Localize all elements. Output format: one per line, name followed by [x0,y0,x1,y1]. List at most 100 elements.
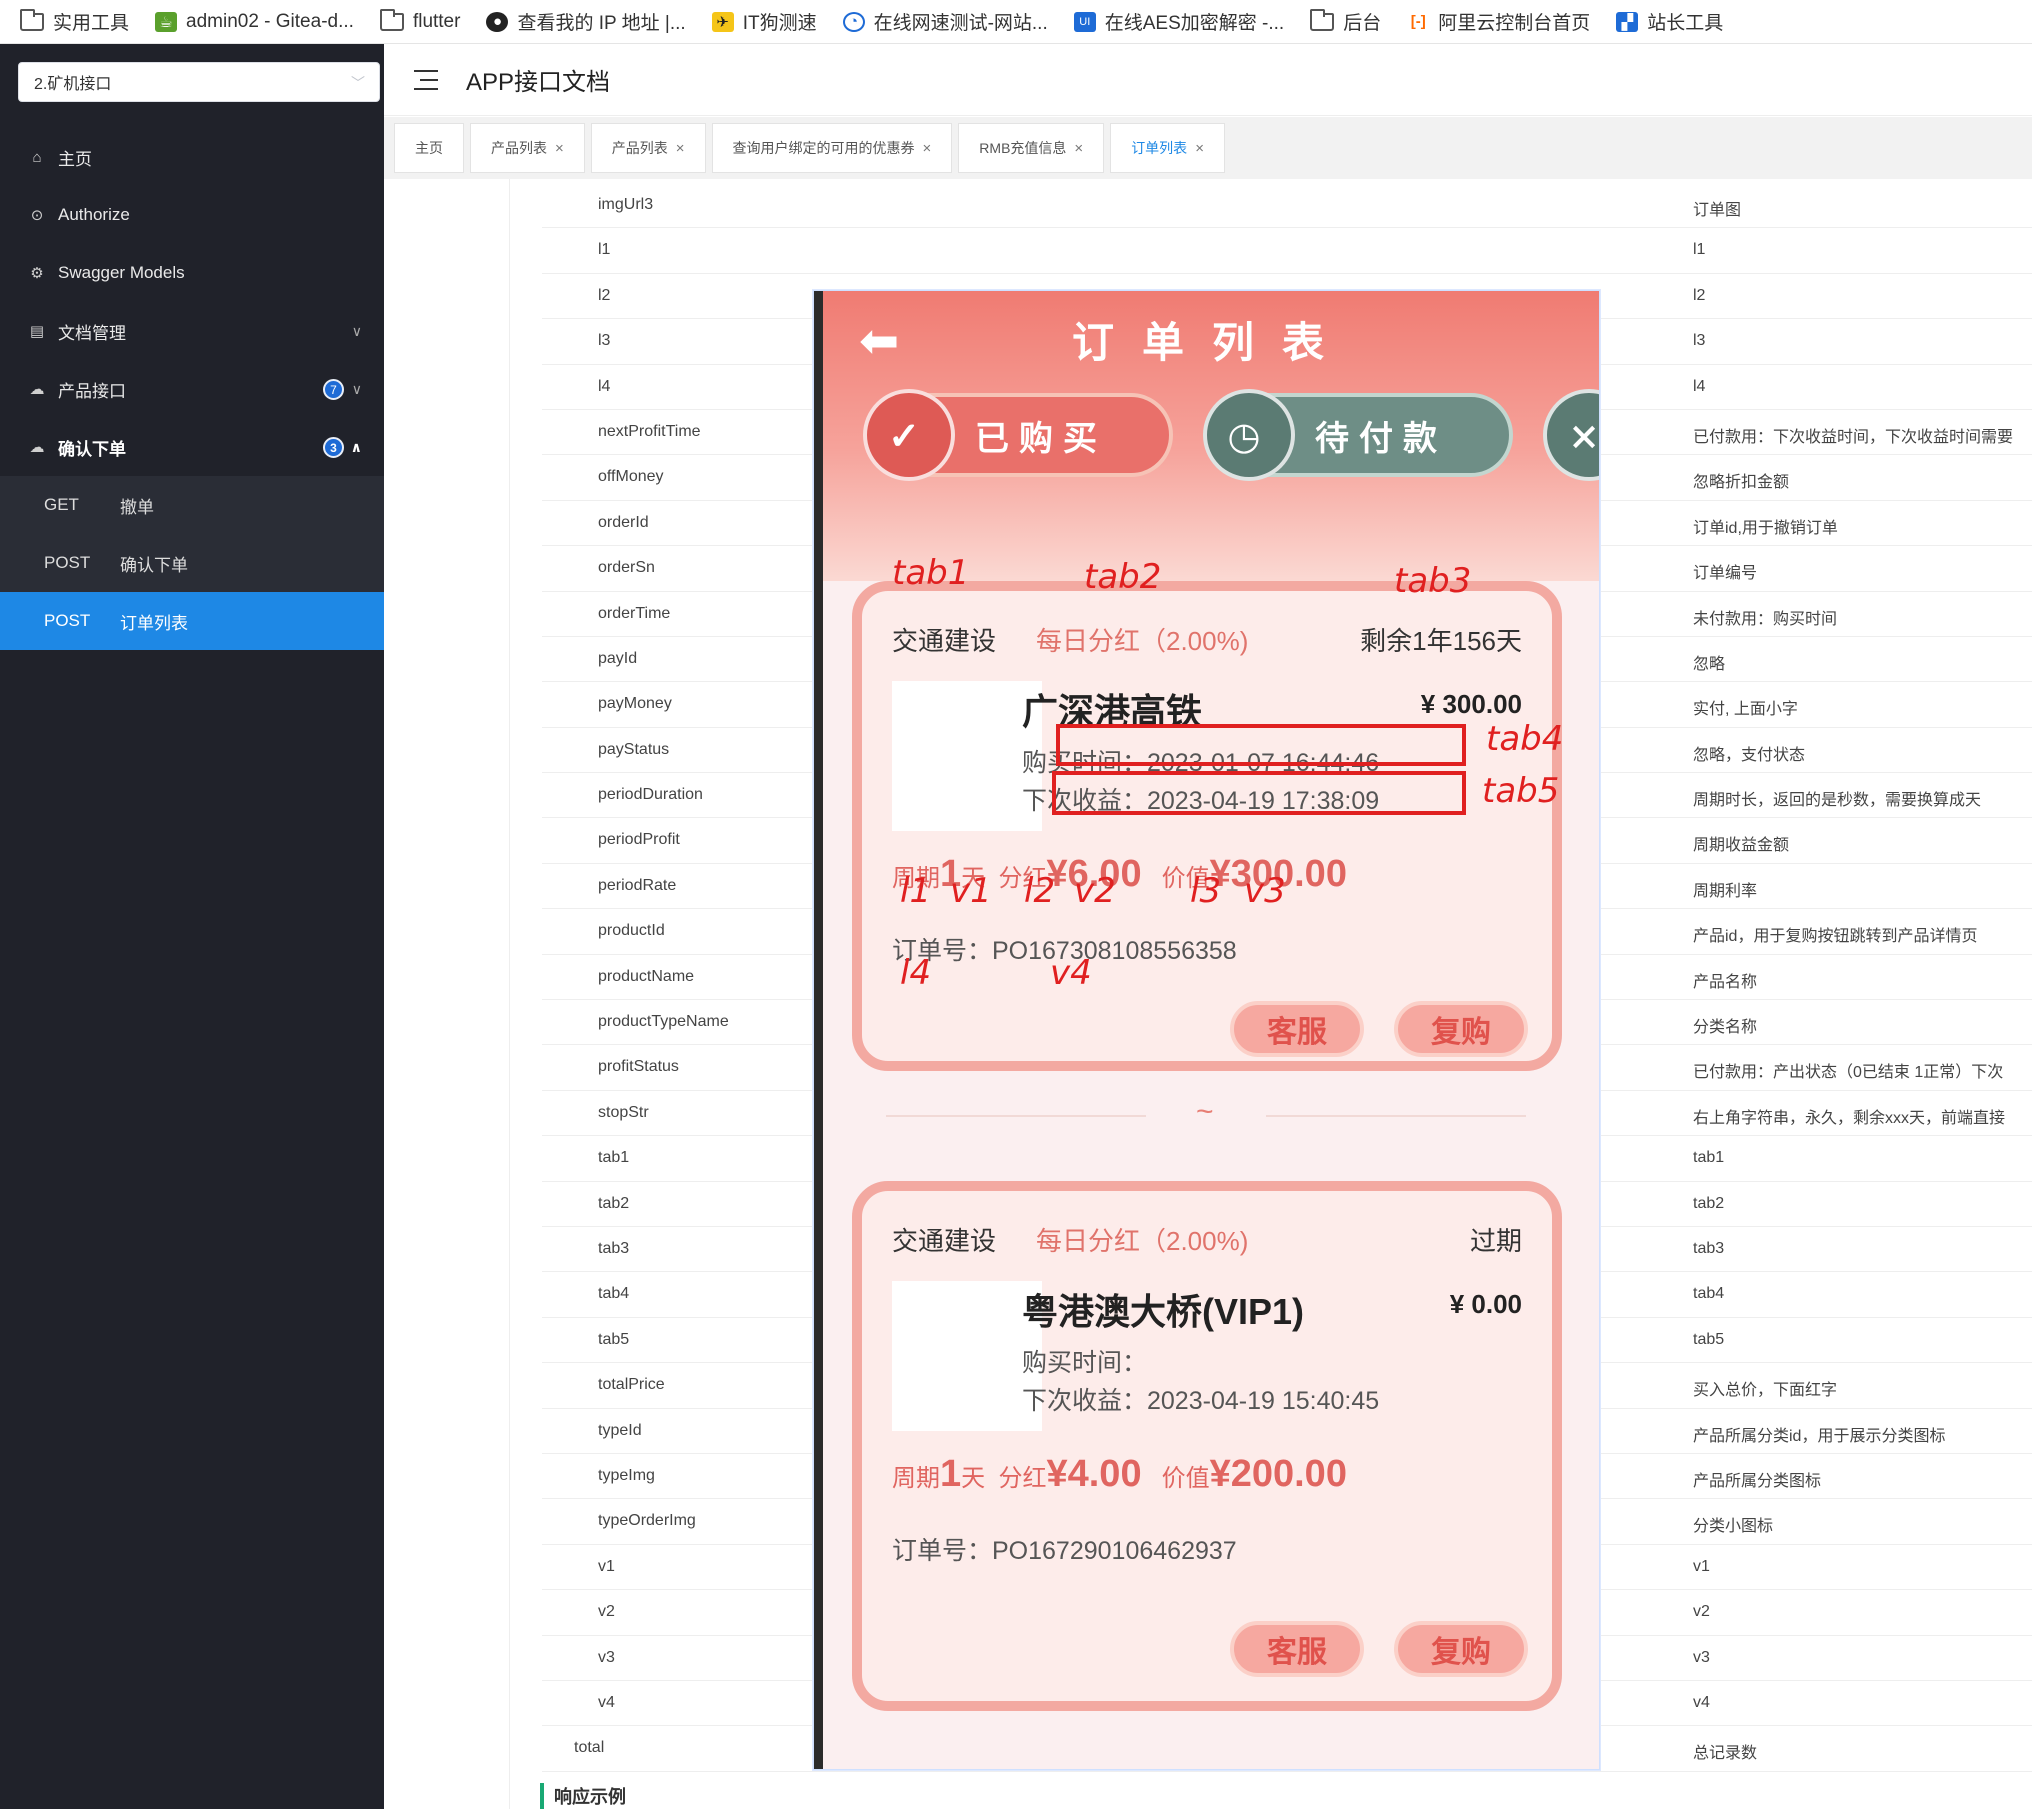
tab-bought[interactable]: ✓ 已购买 [863,389,1173,481]
sidebar: 2.矿机接口 ﹀ ⌂ 主页 ⊙ Authorize ⚙ Swagger Models … [0,44,384,1809]
bookmark-8[interactable]: 后台 [1310,8,1381,35]
chevron-up-icon: ∧ [350,438,362,455]
tab-product-list-1[interactable]: 产品列表 × [470,123,585,173]
param-name: v3 [598,1648,615,1666]
product-name: 粤港澳大桥(VIP1) [1022,1291,1305,1332]
customer-service-button[interactable]: 客服 [1230,1001,1364,1057]
bookmark-7[interactable]: UI 在线AES加密解密 -... [1073,8,1284,35]
annotation-box-tab4 [1056,724,1466,766]
sidebar-subitem-label: 订单列表 [120,613,188,633]
param-name: productName [598,967,695,985]
bookmark-10[interactable]: ▞ 站长工具 [1616,8,1723,35]
period-unit: 天 [961,1465,986,1492]
http-method: POST [44,553,91,572]
sidebar-item-label: 主页 [58,149,92,169]
sidebar-item-authorize[interactable]: ⊙ Authorize [0,186,384,244]
param-name: profitStatus [598,1058,679,1076]
bookmark-label: IT狗测速 [742,13,817,34]
tab-expired[interactable]: × [1543,389,1599,481]
app-header: ⬅ 订单列表 ✓已购买 ◷待付款 × [823,291,1599,581]
sidebar-item-confirm-order[interactable]: ☁ 确认下单 3 ∧ [0,418,384,476]
annotation-v1: v1 [950,871,992,911]
param-name: payMoney [598,695,672,713]
table-row: imgUrl3 订单图 [542,183,2032,229]
tab-coupons[interactable]: 查询用户绑定的可用的优惠券 × [711,123,953,173]
rebuy-button[interactable]: 复购 [1394,1001,1528,1057]
sidebar-subitem-cancel-order[interactable]: GET 撤单 [0,476,384,534]
param-name: payStatus [598,740,670,758]
param-description: 分类名称 [1693,1019,1758,1037]
rebuy-button[interactable]: 复购 [1394,1621,1528,1677]
close-circle-icon: × [1543,389,1599,481]
param-name: orderTime [598,604,671,622]
sidebar-item-swagger-models[interactable]: ⚙ Swagger Models [0,244,384,302]
tab-label: 主页 [415,140,443,156]
count-badge: 7 [323,379,344,400]
param-description: v3 [1693,1648,1710,1666]
sidebar-subitem-confirm-order[interactable]: POST 确认下单 [0,534,384,592]
annotation-v3: v3 [1244,871,1286,911]
api-group-select[interactable]: 2.矿机接口 ﹀ [18,62,380,102]
tab-unpaid[interactable]: ◷ 待付款 [1203,389,1513,481]
param-description: 已付款用：产出状态（0已结束 1正常）下次 [1693,1064,2004,1082]
close-icon[interactable]: × [1195,140,1204,157]
param-name: periodDuration [598,786,703,804]
close-icon[interactable]: × [1074,140,1083,157]
annotation-box-tab5 [1052,771,1466,815]
bookmark-2[interactable]: ☕ admin02 - Gitea-d... [155,11,354,33]
param-description: 订单编号 [1693,565,1758,583]
sidebar-item-home[interactable]: ⌂ 主页 [0,128,384,186]
profit-value: ¥4.00 [1046,1453,1142,1495]
gitea-icon: ☕ [155,11,178,32]
bookmark-3[interactable]: flutter [379,8,460,33]
customer-service-button[interactable]: 客服 [1230,1621,1364,1677]
tab-home[interactable]: 主页 [394,123,464,173]
card-rate: 每日分红（2.00%) [1036,626,1249,656]
param-description: tab5 [1693,1330,1725,1348]
tab-rmb-recharge[interactable]: RMB充值信息 × [958,123,1105,173]
tab-unpaid-label: 待付款 [1315,418,1447,459]
sidebar-subitem-order-list[interactable]: POST 订单列表 [0,592,384,650]
annotation-tab2: tab2 [1084,557,1162,597]
param-description: 右上角字符串，永久，剩余xxx天，前端直接 [1693,1109,2006,1127]
param-description: 忽略 [1693,655,1726,673]
param-name: orderSn [598,559,655,577]
sidebar-subitem-label: 确认下单 [120,555,188,575]
tab-order-list[interactable]: 订单列表 × [1110,123,1225,173]
param-name: tab3 [598,1239,630,1257]
top-header: APP接口文档 [384,44,2032,116]
speedtest-icon: ◔ [842,11,865,32]
tabs-bar: 主页 产品列表 × 产品列表 × 查询用户绑定的可用的优惠券 × RMB充值信息 × 订… [384,117,2032,179]
annotation-v4: v4 [1050,953,1092,993]
sidebar-item-label: Swagger Models [58,263,185,282]
bookmark-label: 实用工具 [53,13,130,34]
receipt-check-icon: ✓ [863,389,955,481]
menu-toggle-icon[interactable] [414,69,438,90]
param-description: 实付, 上面小字 [1693,701,1798,719]
param-description: 订单图 [1693,202,1742,219]
param-name: productTypeName [598,1013,729,1031]
close-icon[interactable]: × [555,140,564,157]
bookmark-1[interactable]: 实用工具 [20,8,129,35]
param-name: total [574,1739,605,1757]
chevron-down-icon: ﹀ [351,75,365,91]
separator-tilde: ~ [1196,1095,1214,1128]
bookmark-6[interactable]: ◔ 在线网速测试-网站... [842,8,1048,35]
bookmark-9[interactable]: [-] 阿里云控制台首页 [1407,8,1590,35]
bookmark-4[interactable]: ● 查看我的 IP 地址 |... [486,8,686,35]
close-icon[interactable]: × [923,140,932,157]
bookmark-5[interactable]: ✈ IT狗测速 [711,8,817,35]
annotation-tab5: tab5 [1482,771,1560,811]
tab-product-list-2[interactable]: 产品列表 × [590,123,706,173]
param-description: 忽略折扣金额 [1693,474,1790,492]
sidebar-item-product-api[interactable]: ☁ 产品接口 7 ∨ [0,360,384,418]
param-description: tab2 [1693,1194,1725,1212]
sidebar-item-doc-management[interactable]: ▤ 文档管理 ∨ [0,302,384,360]
param-description: 周期收益金额 [1693,837,1790,855]
worth-value: ¥200.00 [1209,1453,1347,1495]
bookmark-label: 查看我的 IP 地址 |... [517,13,686,34]
close-icon[interactable]: × [676,140,685,157]
aes-icon: UI [1073,11,1096,32]
card-remaining: 过期 [1469,1226,1522,1256]
param-name: totalPrice [598,1376,665,1394]
